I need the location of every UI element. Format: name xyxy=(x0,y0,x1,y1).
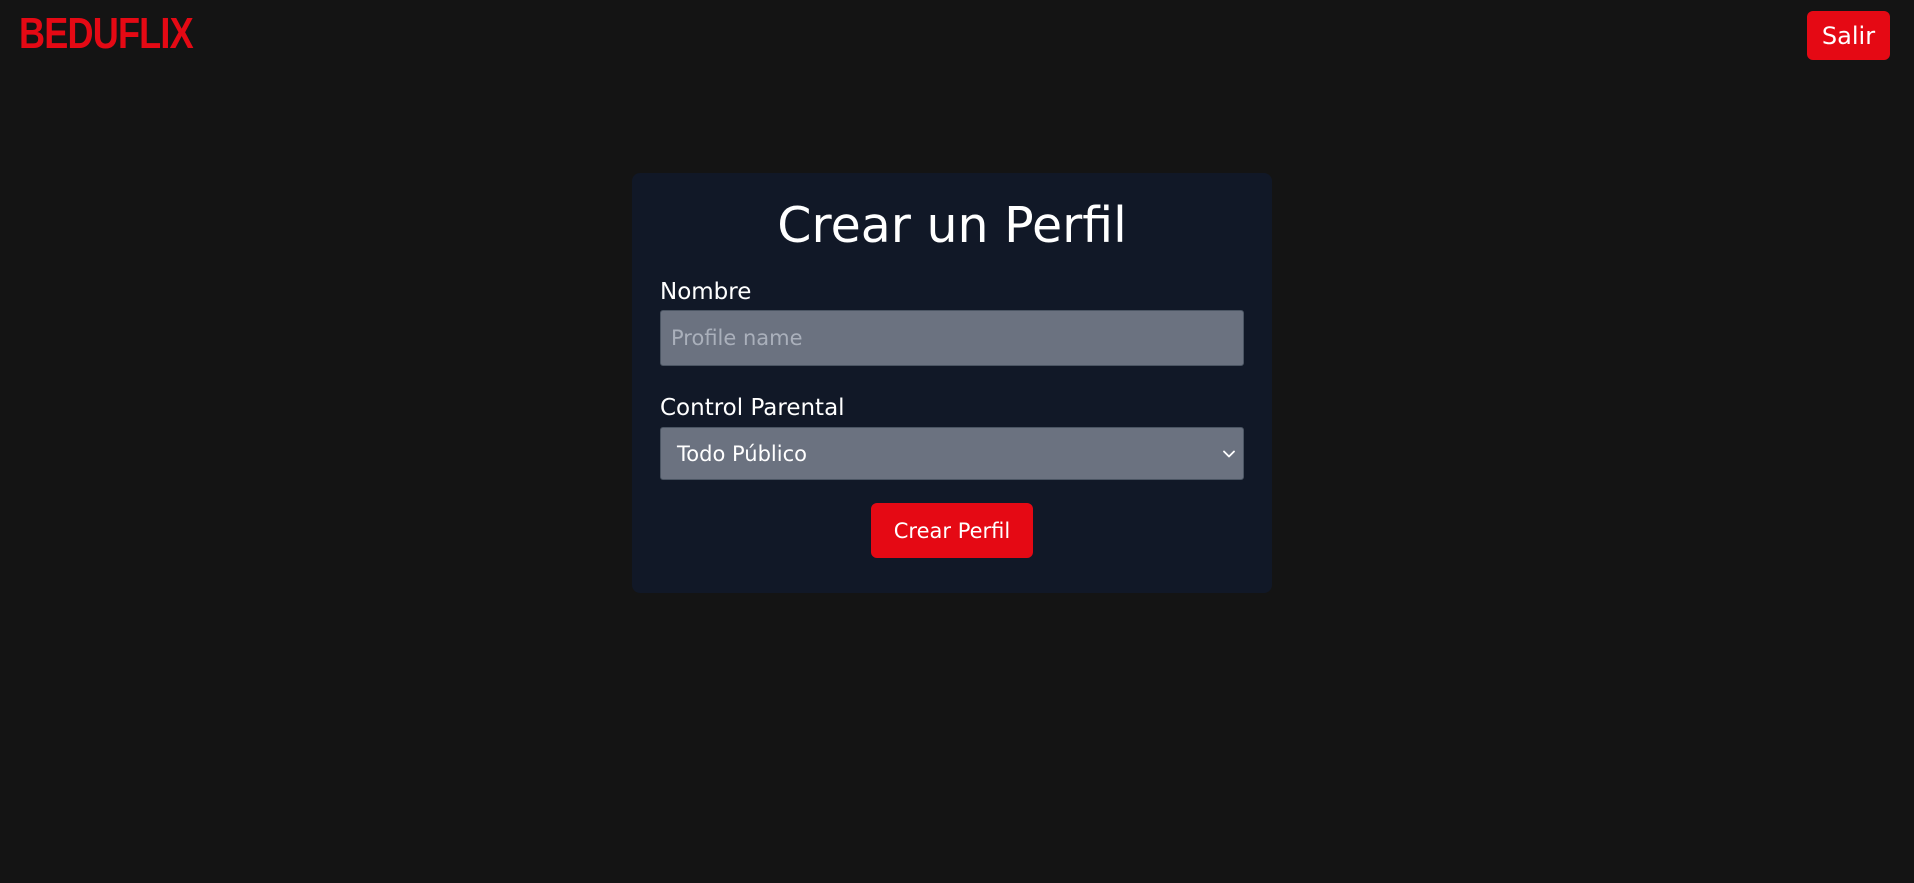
parental-control-selected-value: Todo Público xyxy=(677,441,807,466)
beduflix-logo[interactable]: BEDUFLIX xyxy=(19,10,194,58)
page-title: Crear un Perfil xyxy=(777,197,1127,254)
chevron-down-icon xyxy=(1221,446,1237,462)
submit-row: Crear Perfil xyxy=(660,503,1244,559)
page: BEDUFLIX Salir Crear un Perfil Nombre Co… xyxy=(0,0,1914,883)
profile-name-input[interactable] xyxy=(660,310,1244,367)
name-label: Nombre xyxy=(660,278,752,305)
parental-control-label: Control Parental xyxy=(660,395,845,422)
create-profile-button[interactable]: Crear Perfil xyxy=(871,503,1033,559)
create-profile-card: Crear un Perfil Nombre Control Parental … xyxy=(632,173,1272,593)
logout-button[interactable]: Salir xyxy=(1807,11,1890,60)
parental-control-select[interactable]: Todo Público xyxy=(660,427,1244,481)
